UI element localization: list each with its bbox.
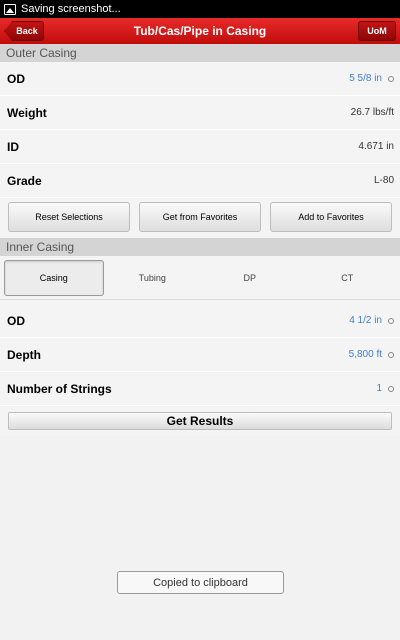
results-area: Get Results	[0, 406, 400, 436]
inner-strings-value-wrap: 1	[376, 383, 394, 394]
inner-depth-value: 5,800 ft	[348, 349, 382, 360]
inner-strings-label: Number of Strings	[7, 381, 112, 396]
inner-od-row[interactable]: OD 4 1/2 in	[0, 304, 400, 338]
inner-od-label: OD	[7, 313, 25, 328]
toast-message: Copied to clipboard	[117, 571, 284, 594]
tab-tubing[interactable]: Tubing	[104, 260, 202, 296]
image-icon	[4, 3, 16, 15]
tab-casing[interactable]: Casing	[4, 259, 104, 296]
inner-strings-value: 1	[376, 383, 382, 394]
inner-type-tabs: Casing Tubing DP CT	[0, 256, 400, 300]
inner-od-value: 4 1/2 in	[349, 315, 382, 326]
outer-casing-header: Outer Casing	[0, 44, 400, 62]
inner-depth-row[interactable]: Depth 5,800 ft	[0, 338, 400, 372]
tab-dp[interactable]: DP	[201, 260, 299, 296]
back-button[interactable]: Back	[4, 21, 44, 41]
inner-casing-header: Inner Casing	[0, 238, 400, 256]
outer-grade-row: Grade L-80	[0, 164, 400, 198]
outer-id-row: ID 4.671 in	[0, 130, 400, 164]
selector-dot-icon	[388, 75, 394, 82]
outer-weight-value: 26.7 lbs/ft	[350, 107, 394, 118]
outer-weight-row: Weight 26.7 lbs/ft	[0, 96, 400, 130]
inner-depth-label: Depth	[7, 347, 41, 362]
status-text: Saving screenshot...	[21, 3, 121, 15]
outer-casing-actions: Reset Selections Get from Favorites Add …	[0, 198, 400, 238]
selector-dot-icon	[388, 317, 394, 324]
uom-button[interactable]: UoM	[358, 21, 396, 41]
selector-dot-icon	[388, 385, 394, 392]
inner-strings-row[interactable]: Number of Strings 1	[0, 372, 400, 406]
outer-grade-label: Grade	[7, 173, 42, 188]
reset-selections-button[interactable]: Reset Selections	[8, 202, 130, 232]
outer-od-value-wrap: 5 5/8 in	[349, 73, 394, 84]
inner-od-value-wrap: 4 1/2 in	[349, 315, 394, 326]
outer-od-label: OD	[7, 71, 25, 86]
selector-dot-icon	[388, 351, 394, 358]
inner-depth-value-wrap: 5,800 ft	[349, 349, 394, 360]
outer-od-value: 5 5/8 in	[349, 73, 382, 84]
get-from-favorites-button[interactable]: Get from Favorites	[139, 202, 261, 232]
outer-id-label: ID	[7, 139, 19, 154]
tab-ct[interactable]: CT	[299, 260, 397, 296]
page-title: Tub/Cas/Pipe in Casing	[133, 24, 267, 38]
title-bar: Back Tub/Cas/Pipe in Casing UoM	[0, 18, 400, 44]
outer-weight-label: Weight	[7, 105, 47, 120]
add-to-favorites-button[interactable]: Add to Favorites	[270, 202, 392, 232]
outer-id-value: 4.671 in	[358, 141, 394, 152]
status-bar: Saving screenshot...	[0, 0, 400, 18]
get-results-button[interactable]: Get Results	[8, 412, 392, 430]
outer-grade-value: L-80	[373, 175, 394, 186]
outer-od-row[interactable]: OD 5 5/8 in	[0, 62, 400, 96]
